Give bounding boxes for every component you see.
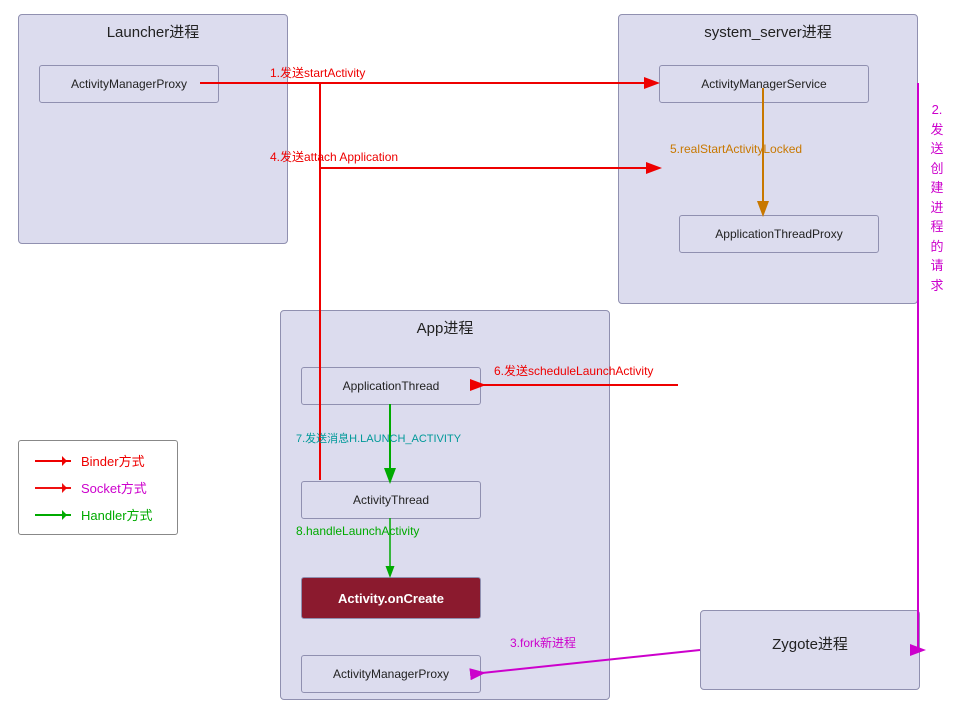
app-process-title: App进程	[281, 311, 609, 344]
legend-box: Binder方式 Socket方式 Handler方式	[18, 440, 178, 535]
ams-label: ActivityManagerService	[701, 77, 826, 91]
legend-binder: Binder方式	[35, 451, 161, 470]
legend-socket-label: Socket方式	[81, 478, 147, 497]
legend-binder-line	[35, 460, 71, 462]
app-at-label: ApplicationThread	[343, 379, 440, 393]
step4-label: 4.发送attach Application	[270, 148, 398, 165]
activity-thread-box: ActivityThread	[301, 481, 481, 519]
launcher-process-title: Launcher进程	[19, 15, 287, 48]
legend-binder-label: Binder方式	[81, 451, 145, 470]
zygote-process-title: Zygote进程	[701, 611, 919, 660]
step5-label: 5.realStartActivityLocked	[670, 142, 802, 156]
atp-label: ApplicationThreadProxy	[715, 227, 842, 241]
app-amp-box: ActivityManagerProxy	[301, 655, 481, 693]
ams-box: ActivityManagerService	[659, 65, 869, 103]
app-amp-label: ActivityManagerProxy	[333, 667, 449, 681]
step6-label: 6.发送scheduleLaunchActivity	[494, 362, 653, 379]
launcher-amp-label: ActivityManagerProxy	[71, 77, 187, 91]
step3-label: 3.fork新进程	[510, 634, 576, 651]
legend-handler: Handler方式	[35, 505, 161, 524]
step7-label: 7.发送消息H.LAUNCH_ACTIVITY	[296, 430, 461, 446]
app-at-box: ApplicationThread	[301, 367, 481, 405]
diagram-container: Launcher进程 ActivityManagerProxy system_s…	[0, 0, 960, 720]
launcher-amp-box: ActivityManagerProxy	[39, 65, 219, 103]
legend-socket: Socket方式	[35, 478, 161, 497]
legend-handler-line	[35, 514, 71, 516]
activity-oncreate-box: Activity.onCreate	[301, 577, 481, 619]
system-server-process-box: system_server进程 ActivityManagerService A…	[618, 14, 918, 304]
zygote-process-box: Zygote进程	[700, 610, 920, 690]
step2-label: 2.发送创建进程的请求	[924, 100, 950, 440]
activity-oncreate-label: Activity.onCreate	[338, 591, 444, 606]
step1-label: 1.发送startActivity	[270, 64, 365, 81]
atp-box: ApplicationThreadProxy	[679, 215, 879, 253]
system-server-process-title: system_server进程	[619, 15, 917, 48]
activity-thread-label: ActivityThread	[353, 493, 429, 507]
launcher-process-box: Launcher进程 ActivityManagerProxy	[18, 14, 288, 244]
legend-socket-line	[35, 487, 71, 489]
legend-handler-label: Handler方式	[81, 505, 153, 524]
step8-label: 8.handleLaunchActivity	[296, 524, 419, 538]
